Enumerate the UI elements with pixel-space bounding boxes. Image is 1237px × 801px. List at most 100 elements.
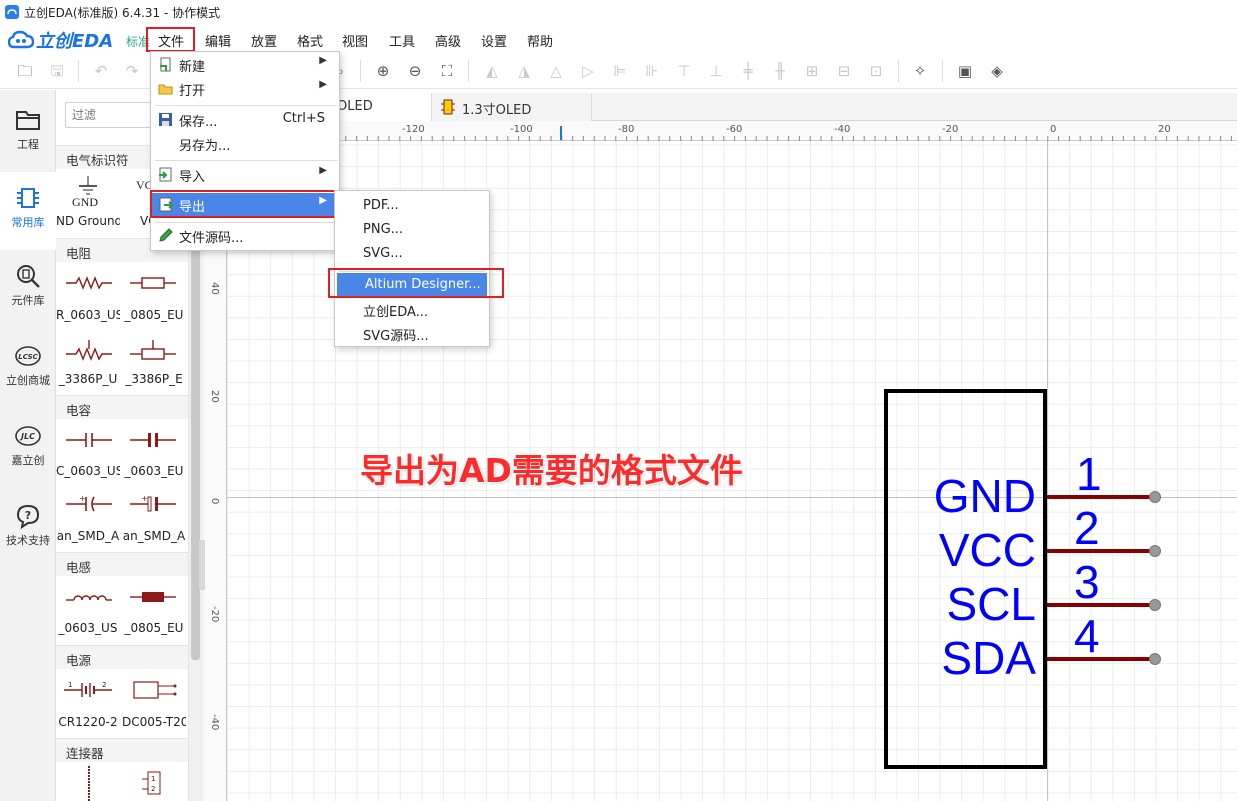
export-lceda[interactable]: 立创EDA... [335,297,489,321]
altium-highlight-box [328,268,504,298]
export-svg[interactable]: SVG... [335,242,489,266]
menu-edit[interactable]: 编辑 [205,31,231,50]
import-icon [159,167,172,182]
pin-2-name: VCC [938,524,1036,576]
zoom-in-icon[interactable]: ⊕ [373,61,393,81]
lib-item-tantalum-2[interactable]: an_SMD_A [122,529,186,543]
menu-item-source[interactable]: 文件源码... [151,224,339,248]
nav-label: 技术支持 [6,534,50,547]
align-center-v-icon[interactable]: ╫ [770,61,790,81]
menu-advanced[interactable]: 高级 [435,31,461,50]
align-right-icon[interactable]: ⊪ [642,61,662,81]
image-icon[interactable]: ▣ [955,61,975,81]
export-png[interactable]: PNG... [335,218,489,242]
ruler-label: 20 [209,390,220,403]
rotate-icon[interactable]: ◭ [482,61,502,81]
lib-item-c0603u[interactable]: C_0603_US [56,464,120,478]
nav-component-lib[interactable]: 元件库 [0,250,56,328]
select-pointer-icon[interactable]: ✧ [910,61,930,81]
align-left-icon[interactable]: ⊫ [610,61,630,81]
pin-4-line[interactable] [1047,657,1155,661]
ruler-label: 40 [209,282,220,295]
lib-item-r0805[interactable]: _0805_EU [122,308,186,322]
nav-lcsc-mall[interactable]: LCSC 立创商城 [0,330,56,408]
gnd-symbol-icon [79,176,97,195]
toolbar-separator [360,60,361,82]
pin-3-end[interactable] [1149,599,1161,611]
file-menu-highlight-box [146,27,195,52]
ruler-label: -20 [942,124,959,135]
logo-text: 立创EDA [36,31,114,52]
save-icon [159,113,172,126]
tab-oled-13[interactable]: 1.3寸OLED [432,93,592,121]
menu-format[interactable]: 格式 [297,31,323,50]
layers-icon[interactable]: ◈ [987,61,1007,81]
align-top-icon[interactable]: ⊤ [674,61,694,81]
lib-item-r3386u[interactable]: _3386P_U [56,372,120,386]
ruler-label: -40 [834,124,851,135]
save-icon[interactable]: 🖫 [47,61,67,81]
lib-item-r0603[interactable]: R_0603_US [56,308,120,322]
menu-item-import[interactable]: 导入 ▶ [151,163,339,187]
nav-common-lib[interactable]: 常用库 [0,172,56,250]
section-capacitors: 电容 [56,395,188,419]
schematic-symbol-icon [441,99,455,115]
lib-item-dc005[interactable]: DC005-T20 [122,715,186,729]
ruler-label: -100 [510,124,533,135]
menu-settings[interactable]: 设置 [481,31,507,50]
undo-icon[interactable]: ↶ [91,61,111,81]
pencil-icon [159,228,173,242]
menu-item-new[interactable]: 新建 ▶ [151,53,339,77]
align-bottom-icon[interactable]: ⊥ [706,61,726,81]
zoom-area-icon[interactable]: ⛶ [437,61,457,81]
menu-tools[interactable]: 工具 [389,31,415,50]
lib-item-gnd[interactable]: ND Ground [56,214,120,228]
lcsc-icon: LCSC [15,346,41,366]
menu-item-save-as[interactable]: 另存为... [151,132,339,156]
pin-2-end[interactable] [1149,545,1161,557]
nav-project[interactable]: 工程 [0,94,56,172]
lib-item-l0805[interactable]: _0805_EU [122,621,186,635]
potentiometer-us-icon [66,340,112,361]
menu-item-label: 打开 [179,84,206,99]
menu-separator [155,160,337,161]
menu-item-save[interactable]: 保存... Ctrl+S [151,108,339,132]
connector-2pin-icon: 12 [142,771,161,795]
pin-3-line[interactable] [1047,603,1155,607]
ruler-label: 0 [209,498,220,505]
menu-item-label: SVG源码... [363,329,429,344]
menu-item-open[interactable]: 打开 ▶ [151,77,339,101]
lib-item-cr1220[interactable]: CR1220-2 [56,715,120,729]
align-grid-icon[interactable]: ⊡ [866,61,886,81]
lib-item-l0603[interactable]: _0603_US [56,621,120,635]
export-pdf[interactable]: PDF... [335,194,489,218]
flip-horizontal-icon[interactable]: △ [546,61,566,81]
distribute-v-icon[interactable]: ⊟ [834,61,854,81]
pin-4-end[interactable] [1149,653,1161,665]
nav-support[interactable]: ? 技术支持 [0,490,56,568]
menu-item-label: 立创EDA... [363,305,429,320]
nav-jlc[interactable]: JLC 嘉立创 [0,410,56,488]
menu-help[interactable]: 帮助 [527,31,553,50]
rotate-right-icon[interactable]: ◮ [514,61,534,81]
export-svg-source[interactable]: SVG源码... [335,321,489,345]
section-connectors: 连接器 [56,738,188,762]
pin-2-line[interactable] [1047,549,1155,553]
lib-item-tantalum-1[interactable]: an_SMD_A [56,529,120,543]
lib-item-c0603e[interactable]: _0603_EU [122,464,186,478]
svg-text:+: + [141,494,148,503]
flip-vertical-icon[interactable]: ▷ [578,61,598,81]
folder-icon [16,111,40,130]
menu-place[interactable]: 放置 [251,31,277,50]
pin-1-end[interactable] [1149,491,1161,503]
redo-icon[interactable]: ↷ [122,61,142,81]
lib-item-r3386e[interactable]: _3386P_E [122,372,186,386]
nav-label: 立创商城 [6,374,50,387]
tab-label: OLED [337,99,373,114]
menu-view[interactable]: 视图 [342,31,368,50]
zoom-out-icon[interactable]: ⊖ [405,61,425,81]
distribute-h-icon[interactable]: ⊞ [802,61,822,81]
open-folder-icon[interactable]: 🗀 [15,61,35,81]
align-center-h-icon[interactable]: ╪ [738,61,758,81]
resistor-us-icon [66,276,112,290]
